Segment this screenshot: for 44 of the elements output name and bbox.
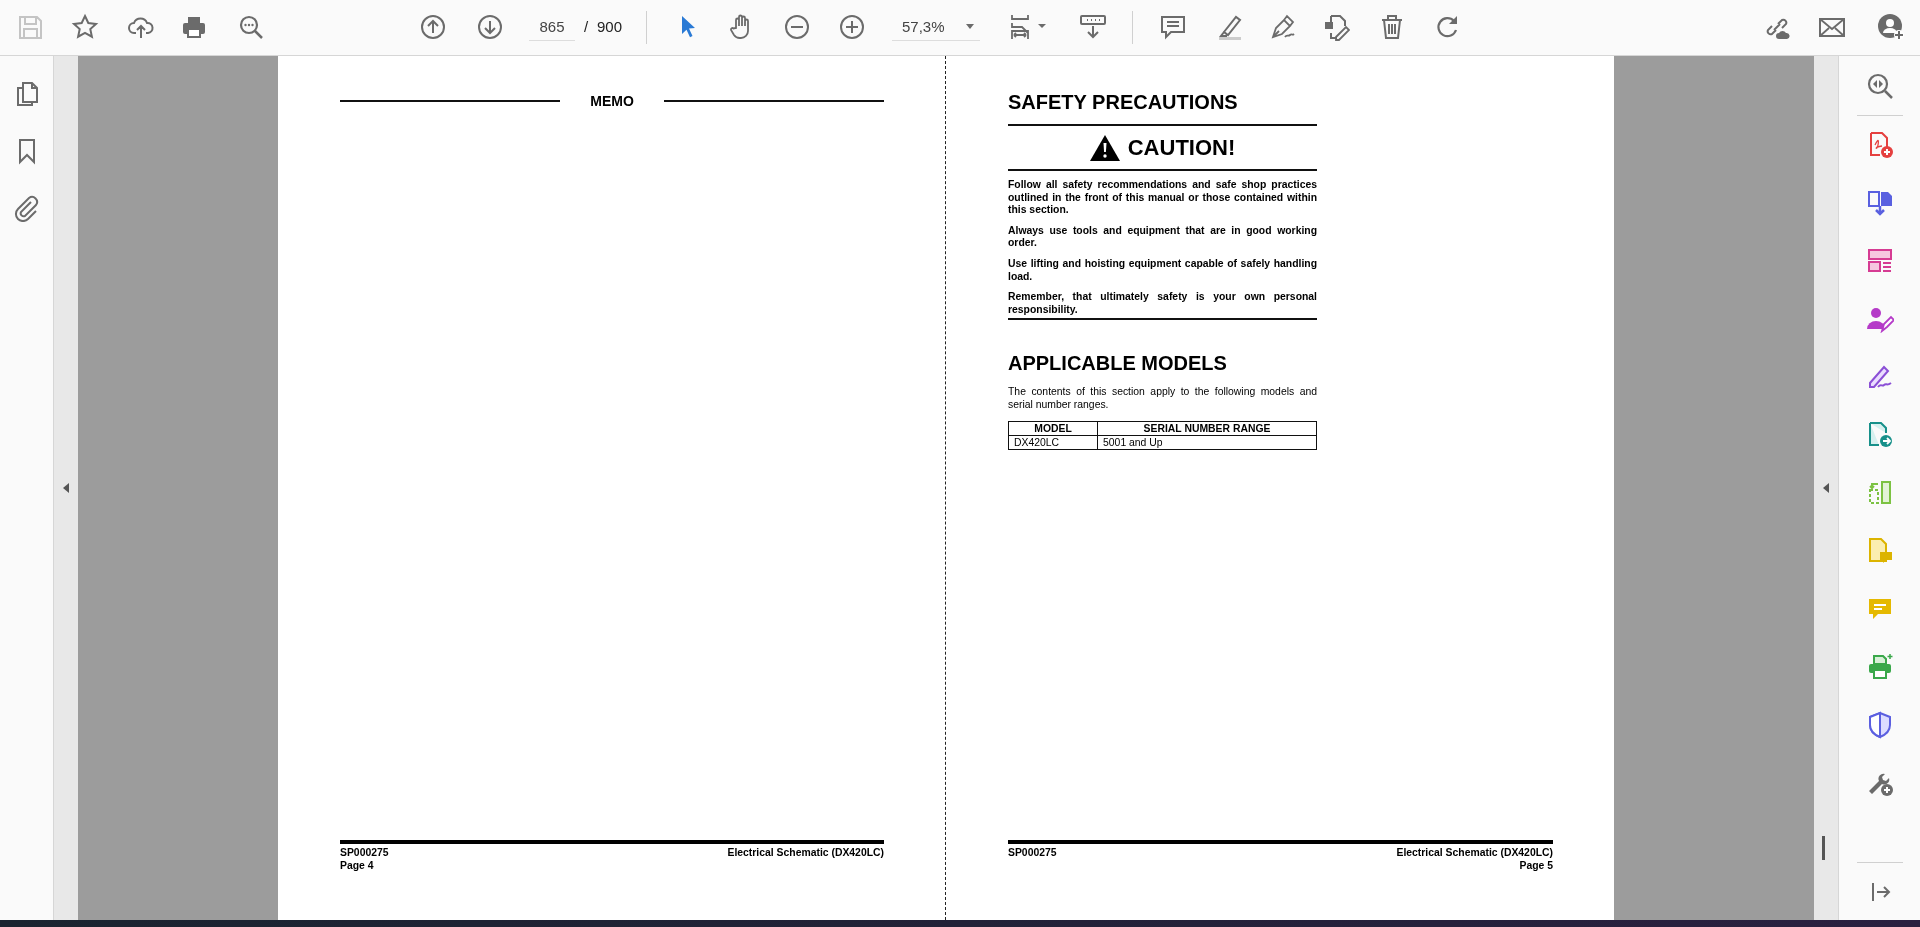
footer-page-number: Page 4 (340, 859, 374, 872)
safety-paragraph: Use lifting and hoisting equipment capable of safely handling load. (1008, 257, 1317, 284)
star-icon[interactable] (71, 13, 99, 41)
caret-icon (966, 24, 974, 29)
column-header: MODEL (1008, 421, 1098, 436)
combine-files-icon[interactable] (1865, 189, 1894, 217)
collapse-left-icon[interactable] (63, 483, 69, 493)
table-cell: DX420LC (1008, 435, 1098, 450)
user-pen-icon[interactable] (1865, 305, 1894, 333)
footer-title: Electrical Schematic (DX420LC) (1396, 847, 1553, 860)
footer-title: Electrical Schematic (DX420LC) (727, 847, 884, 860)
next-page-icon[interactable] (476, 13, 504, 41)
zoom-search-icon[interactable] (1865, 72, 1894, 100)
caution-title: CAUTION! (1127, 135, 1236, 161)
footer-doc-id: SP000275 (340, 847, 389, 860)
pen-nib-icon[interactable] (1269, 13, 1297, 41)
warning-icon (1089, 135, 1120, 161)
fit-page-icon[interactable] (1008, 13, 1048, 41)
zoom-in-icon[interactable] (838, 13, 866, 41)
paperclip-icon[interactable] (12, 194, 41, 222)
expand-left-icon[interactable] (1823, 483, 1829, 493)
models-intro: The contents of this section apply to the following models and serial number ranges. (1008, 386, 1317, 412)
section-heading: APPLICABLE MODELS (1008, 351, 1228, 376)
safety-paragraph: Always use tools and equipment that are in good working order. (1008, 224, 1317, 250)
search-icon[interactable] (237, 13, 265, 41)
footer-page-number: Page 5 (1519, 859, 1553, 872)
column-header: SERIAL NUMBER RANGE (1097, 421, 1317, 436)
previous-page-icon[interactable] (419, 13, 447, 41)
zoom-dropdown[interactable]: 57,3% (892, 13, 980, 41)
page-separator: / (584, 18, 589, 35)
page-header: MEMO (590, 93, 634, 109)
zoom-out-icon[interactable] (783, 13, 811, 41)
footer-doc-id: SP000275 (1008, 847, 1057, 860)
comment-icon[interactable] (1159, 13, 1187, 41)
table-cell: 5001 and Up (1097, 435, 1317, 450)
page-total: 900 (597, 18, 623, 35)
section-heading: SAFETY PRECAUTIONS (1008, 90, 1239, 114)
add-user-icon[interactable] (1877, 13, 1905, 41)
safety-paragraph: Follow all safety recommendations and safe shop practices outlined in the front of this manual or those contained within this section. (1008, 179, 1317, 217)
safety-paragraph: Remember, that ultimately safety is your own personal responsibility. (1008, 291, 1317, 317)
scrollbar-thumb[interactable] (1822, 836, 1825, 860)
keyboard-download-icon[interactable] (1079, 13, 1107, 41)
highlighter-icon[interactable] (1216, 13, 1244, 41)
layout-icon[interactable] (1865, 247, 1894, 275)
